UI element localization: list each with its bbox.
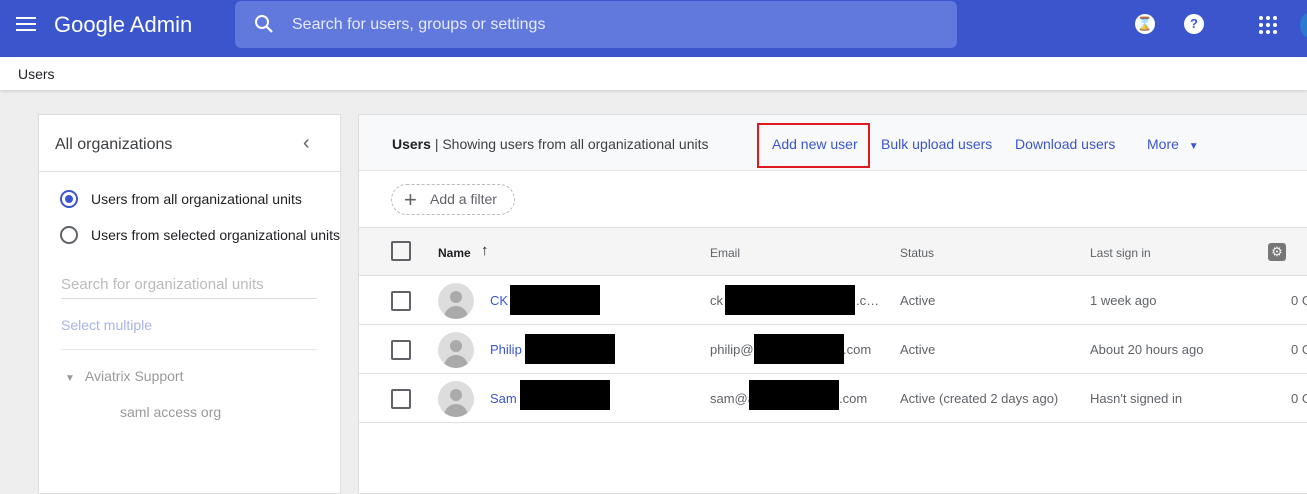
top-bar: Google Admin Search for users, groups or… [0,0,1307,57]
column-name[interactable]: Name [438,246,471,260]
tree-item-child[interactable]: saml access org [120,404,221,420]
email-prefix: philip@ [710,342,754,357]
last-sign-in: About 20 hours ago [1090,342,1204,357]
redaction [525,334,615,364]
redaction [754,334,844,364]
caret-down-icon[interactable]: ▼ [65,373,75,384]
status: Active [900,293,936,308]
table-row[interactable]: Sam sam@a .com Active (created 2 days ag… [359,374,1307,423]
breadcrumb-bar: Users [0,57,1307,90]
hourglass-icon[interactable]: ⌛ [1135,14,1155,34]
apps-grid-icon[interactable] [1259,16,1277,34]
app-title[interactable]: Google Admin [54,12,192,38]
select-all-checkbox[interactable] [391,241,411,261]
email-suffix: .com [843,342,872,357]
table-row[interactable]: Philip philip@ .com Active About 20 hour… [359,325,1307,374]
caret-down-icon: ▼ [1188,141,1199,152]
radio-label[interactable]: Users from all organizational units [91,191,341,207]
add-filter-button[interactable]: + Add a filter [391,184,515,215]
last-sign-in: 1 week ago [1090,293,1157,308]
users-panel: Users | Showing users from all organizat… [358,114,1307,494]
menu-icon[interactable] [16,17,36,35]
redaction [725,285,855,315]
tree-item-root[interactable]: ▼ Aviatrix Support [65,368,183,384]
status: Active [900,342,936,357]
row-checkbox[interactable] [391,291,411,311]
search-icon [255,15,273,33]
row-checkbox[interactable] [391,340,411,360]
user-name-link[interactable]: Sam [490,391,517,406]
email-suffix: .c… [856,293,880,308]
search-placeholder: Search for users, groups or settings [292,16,546,33]
column-email[interactable]: Email [710,246,740,260]
redaction [749,380,839,410]
column-last-sign-in[interactable]: Last sign in [1090,246,1151,260]
avatar [438,283,474,319]
radio-selected-units[interactable] [60,226,78,244]
radio-all-units[interactable] [60,190,78,208]
sidebar-title: All organizations [55,136,173,153]
org-search-input[interactable]: Search for organizational units [61,276,317,299]
account-avatar[interactable] [1300,10,1307,40]
add-new-user-button[interactable]: Add new user [772,136,858,152]
status: Active (created 2 days ago) [900,391,1059,406]
email-prefix: ck [710,293,723,308]
tree-label: Aviatrix Support [84,368,184,384]
download-users-button[interactable]: Download users [1015,136,1115,152]
storage: 0 GB [1291,342,1307,357]
more-button[interactable]: More ▼ [1147,136,1199,152]
collapse-chevron-icon[interactable]: ‹ [303,132,310,155]
help-icon[interactable]: ? [1184,14,1204,34]
panel-title: Users | Showing users from all organizat… [392,136,709,152]
row-checkbox[interactable] [391,389,411,409]
user-name-link[interactable]: CK [490,293,508,308]
search-input[interactable]: Search for users, groups or settings [235,1,957,48]
user-name-link[interactable]: Philip [490,342,522,357]
email-suffix: .com [839,391,868,406]
select-multiple-link[interactable]: Select multiple [61,317,152,333]
storage: 0 GB [1291,293,1307,308]
storage: 0 GB [1291,391,1307,406]
bulk-upload-button[interactable]: Bulk upload users [881,136,992,152]
avatar [438,381,474,417]
redaction [510,285,600,315]
sort-arrow-up-icon[interactable]: ↑ [481,242,489,259]
avatar [438,332,474,368]
gear-icon[interactable]: ⚙ [1268,243,1286,261]
radio-label[interactable]: Users from selected organizational units [91,227,341,243]
table-row[interactable]: CK ck .c… Active 1 week ago 0 GB [359,276,1307,325]
last-sign-in: Hasn't signed in [1090,391,1183,406]
plus-icon: + [404,187,417,212]
column-status[interactable]: Status [900,246,934,260]
table-header: Name ↑ Email Status Last sign in ⚙ [359,227,1307,276]
breadcrumb[interactable]: Users [18,66,55,82]
org-sidebar: All organizations ‹ Users from all organ… [38,114,341,494]
redaction [520,380,610,410]
